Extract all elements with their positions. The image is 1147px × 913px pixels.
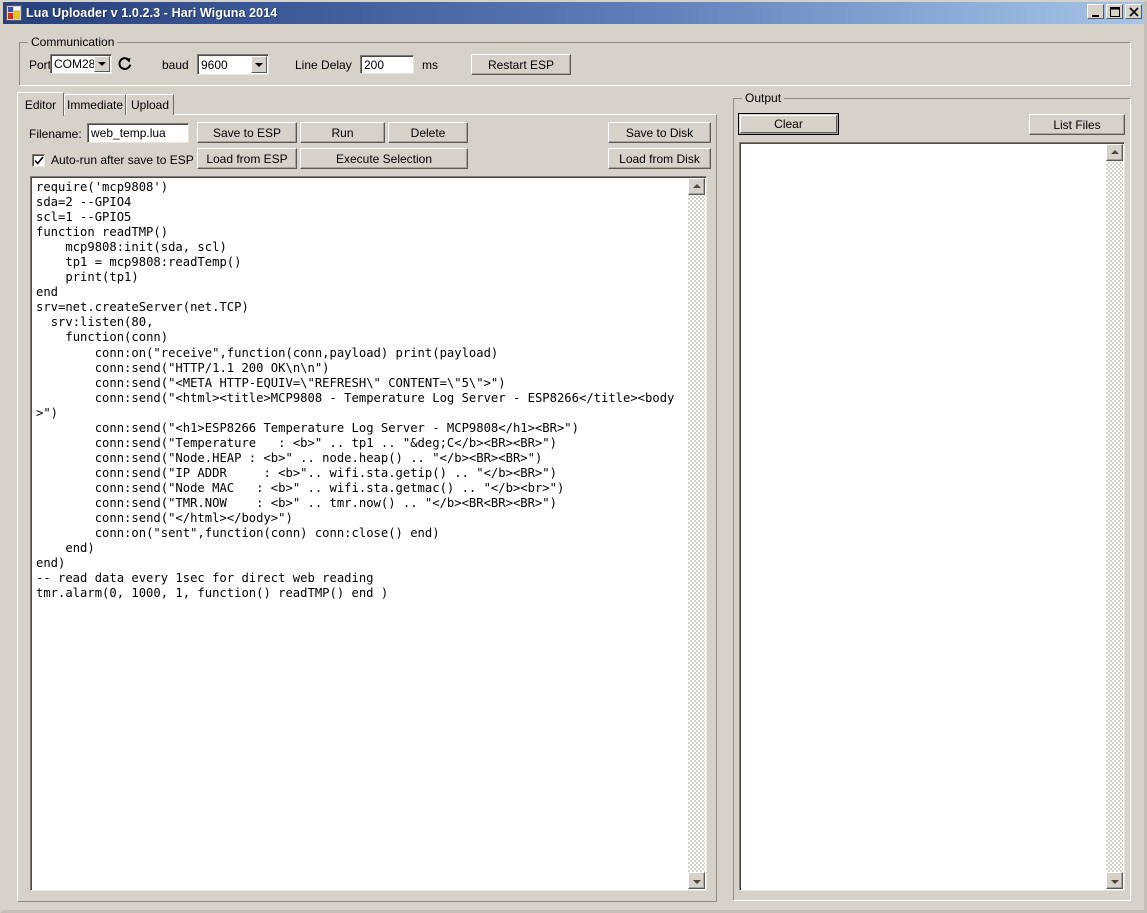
clear-button-label: Clear — [740, 115, 837, 133]
tab-editor[interactable]: Editor — [17, 92, 64, 116]
load-from-disk-button[interactable]: Load from Disk — [608, 148, 711, 169]
ms-label: ms — [422, 58, 438, 72]
scroll-down-icon[interactable] — [688, 872, 705, 889]
window-title: Lua Uploader v 1.0.2.3 - Hari Wiguna 201… — [26, 6, 278, 20]
save-to-esp-button[interactable]: Save to ESP — [197, 122, 297, 143]
app-window: Lua Uploader v 1.0.2.3 - Hari Wiguna 201… — [0, 0, 1147, 913]
line-delay-value: 200 — [364, 57, 385, 72]
filename-label: Filename: — [29, 127, 82, 141]
restart-esp-button[interactable]: Restart ESP — [471, 54, 571, 75]
scroll-up-icon[interactable] — [1106, 144, 1123, 161]
scroll-up-icon[interactable] — [688, 178, 705, 195]
port-select[interactable]: COM28 — [50, 54, 112, 74]
chevron-down-icon[interactable] — [251, 56, 267, 73]
checkbox-box[interactable] — [32, 153, 45, 167]
minimize-icon[interactable] — [1087, 4, 1104, 19]
tab-immediate[interactable]: Immediate — [64, 94, 126, 115]
line-delay-input[interactable]: 200 — [360, 55, 414, 74]
close-icon[interactable] — [1125, 4, 1142, 19]
code-editor-text[interactable]: require('mcp9808') sda=2 --GPIO4 scl=1 -… — [36, 180, 686, 601]
clear-button[interactable]: Clear — [738, 113, 839, 135]
load-from-esp-button[interactable]: Load from ESP — [197, 148, 297, 169]
list-files-button[interactable]: List Files — [1029, 114, 1125, 135]
tab-upload[interactable]: Upload — [126, 94, 174, 115]
baud-select[interactable]: 9600 — [197, 54, 269, 75]
output-log-scrollbar[interactable] — [1106, 144, 1123, 889]
scroll-down-icon[interactable] — [1106, 872, 1123, 889]
window-controls — [1087, 4, 1142, 19]
save-to-disk-button[interactable]: Save to Disk — [608, 122, 711, 143]
port-value: COM28 — [54, 57, 96, 71]
chevron-down-icon[interactable] — [94, 56, 110, 72]
baud-value: 9600 — [201, 57, 228, 72]
filename-input[interactable]: web_temp.lua — [87, 123, 189, 143]
communication-group-label: Communication — [28, 36, 118, 49]
check-icon — [34, 155, 44, 165]
delete-button[interactable]: Delete — [388, 122, 468, 143]
autorun-checkbox[interactable]: Auto-run after save to ESP — [32, 152, 194, 168]
titlebar[interactable]: Lua Uploader v 1.0.2.3 - Hari Wiguna 201… — [3, 2, 1144, 24]
output-log[interactable] — [739, 142, 1125, 891]
code-editor-scrollbar[interactable] — [688, 178, 705, 889]
refresh-icon[interactable] — [116, 55, 134, 73]
code-editor[interactable]: require('mcp9808') sda=2 --GPIO4 scl=1 -… — [30, 176, 707, 891]
line-delay-label: Line Delay — [295, 58, 352, 72]
maximize-icon[interactable] — [1106, 4, 1123, 19]
autorun-label: Auto-run after save to ESP — [51, 153, 194, 167]
port-label: Port — [29, 58, 52, 72]
baud-label: baud — [162, 58, 189, 72]
output-group-label: Output — [742, 92, 785, 105]
filename-value: web_temp.lua — [91, 126, 166, 140]
execute-selection-button[interactable]: Execute Selection — [300, 148, 468, 169]
run-button[interactable]: Run — [300, 122, 385, 143]
app-icon — [6, 5, 22, 21]
